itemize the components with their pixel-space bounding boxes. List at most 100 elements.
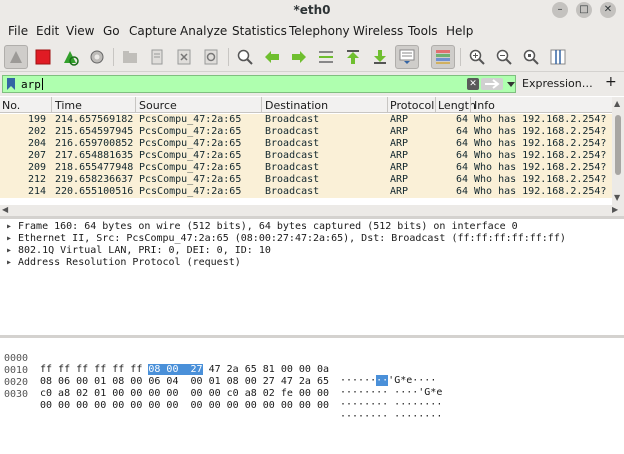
find-packet-button[interactable]	[233, 45, 257, 69]
bytes-row[interactable]: 0020 c0 a8 02 01 00 00 00 00 00 00 c0 a8…	[0, 366, 442, 410]
menu-view[interactable]: View	[66, 24, 94, 38]
cell-time: 218.655477948	[55, 162, 134, 173]
zoom-in-icon	[469, 49, 485, 65]
packet-row[interactable]: 207 217.654881635 PcsCompu_47:2a:65 Broadca…	[0, 150, 612, 162]
menu-wireless[interactable]: Wireless	[353, 24, 403, 38]
column-header-destination[interactable]: Destination	[265, 99, 328, 112]
bookmark-icon[interactable]	[6, 78, 16, 90]
hex-bytes: ff ff ff ff ff ff 08 00 27 47 2a 65 81 0…	[40, 364, 329, 375]
reload-file-button[interactable]	[199, 45, 223, 69]
scroll-right-icon[interactable]: ▶	[612, 205, 618, 214]
cell-protocol: ARP	[390, 126, 409, 137]
cell-time: 215.654597945	[55, 126, 134, 137]
tree-item-frame[interactable]: ▸ Frame 160: 64 bytes on wire (512 bits),…	[6, 221, 518, 233]
menu-help[interactable]: Help	[446, 24, 473, 38]
tree-item-arp[interactable]: ▸ Address Resolution Protocol (request)	[6, 257, 241, 269]
display-filter-input[interactable]: arp ✕	[2, 75, 516, 93]
zoom-out-button[interactable]	[492, 45, 516, 69]
packet-row[interactable]: 204 216.659700852 PcsCompu_47:2a:65 Broadca…	[0, 138, 612, 150]
normal-size-button[interactable]	[519, 45, 543, 69]
menu-go[interactable]: Go	[103, 24, 120, 38]
expand-arrow-icon[interactable]: ▸	[6, 233, 18, 244]
tree-item-vlan[interactable]: ▸ 802.1Q Virtual LAN, PRI: 0, DEI: 0, ID:…	[6, 245, 271, 257]
expression-button[interactable]: Expression…	[522, 77, 593, 90]
go-forward-button[interactable]	[287, 45, 311, 69]
restart-capture-button[interactable]	[58, 45, 82, 69]
packet-row[interactable]: 214 220.655100516 PcsCompu_47:2a:65 Broadca…	[0, 186, 612, 198]
packet-row[interactable]: 209 218.655477948 PcsCompu_47:2a:65 Broadca…	[0, 162, 612, 174]
menu-telephony[interactable]: Telephony	[289, 24, 350, 38]
title-bar: *eth0 – □ ✕	[0, 0, 624, 20]
resize-columns-button[interactable]	[546, 45, 570, 69]
packet-list-header: No. Time Source Destination Protocol Len…	[0, 97, 612, 113]
column-header-info[interactable]: Info	[474, 99, 495, 112]
expand-arrow-icon[interactable]: ▸	[6, 221, 18, 232]
menu-edit[interactable]: Edit	[36, 24, 59, 38]
cell-time: 214.657569182	[55, 114, 134, 125]
save-file-button[interactable]	[145, 45, 169, 69]
first-packet-button[interactable]	[341, 45, 365, 69]
menu-statistics[interactable]: Statistics	[232, 24, 287, 38]
scroll-left-icon[interactable]: ◀	[2, 205, 8, 214]
cell-destination: Broadcast	[265, 162, 320, 173]
go-back-button[interactable]	[260, 45, 284, 69]
cell-source: PcsCompu_47:2a:65	[139, 150, 242, 161]
ascii-bytes: ········ ········	[340, 411, 443, 422]
column-header-no[interactable]: No.	[2, 99, 20, 112]
capture-options-button[interactable]	[85, 45, 109, 69]
go-to-packet-button[interactable]	[314, 45, 338, 69]
expand-arrow-icon[interactable]: ▸	[6, 257, 18, 268]
packet-list-horizontal-scrollbar[interactable]: ◀ ▶	[0, 205, 624, 216]
menu-file[interactable]: File	[8, 24, 28, 38]
cell-protocol: ARP	[390, 114, 409, 125]
cell-destination: Broadcast	[265, 114, 320, 125]
scroll-down-icon[interactable]: ▼	[614, 193, 620, 202]
zoom-in-button[interactable]	[465, 45, 489, 69]
column-header-time[interactable]: Time	[55, 99, 82, 112]
cell-no: 204	[27, 138, 46, 149]
bytes-row[interactable]: 0000 ff ff ff ff ff ff 08 00 27 47 2a 65…	[0, 342, 436, 386]
menu-analyze[interactable]: Analyze	[180, 24, 227, 38]
scroll-thumb[interactable]	[615, 115, 621, 175]
stop-capture-button[interactable]	[31, 45, 55, 69]
cell-info: Who has 192.168.2.254?	[474, 174, 607, 185]
scroll-up-icon[interactable]: ▲	[614, 99, 620, 108]
bytes-row[interactable]: 0010 08 06 00 01 08 00 06 04 00 01 08 00…	[0, 354, 442, 398]
menu-tools[interactable]: Tools	[408, 24, 438, 38]
column-header-source[interactable]: Source	[139, 99, 177, 112]
packet-row[interactable]: 212 219.658236637 PcsCompu_47:2a:65 Broadca…	[0, 174, 612, 186]
packet-list-vertical-scrollbar[interactable]: ▲ ▼	[612, 97, 624, 205]
packet-row[interactable]: 199 214.657569182 PcsCompu_47:2a:65 Broadca…	[0, 114, 612, 126]
window-title: *eth0	[293, 3, 331, 17]
open-file-button[interactable]	[118, 45, 142, 69]
cell-no: 209	[27, 162, 46, 173]
bytes-row[interactable]: 0030 00 00 00 00 00 00 00 00 00 00 00 00…	[0, 378, 442, 422]
cell-destination: Broadcast	[265, 126, 320, 137]
selected-hex-bytes: 08 00 27	[148, 364, 203, 375]
cell-protocol: ARP	[390, 174, 409, 185]
minimize-button[interactable]: –	[552, 2, 568, 18]
colorize-button[interactable]	[431, 45, 455, 69]
tree-item-ethernet[interactable]: ▸ Ethernet II, Src: PcsCompu_47:2a:65 (08…	[6, 233, 566, 245]
arrow-left-icon	[265, 51, 279, 63]
chevron-down-icon[interactable]	[506, 78, 516, 90]
gear-icon	[90, 50, 104, 64]
auto-scroll-button[interactable]	[395, 45, 419, 69]
menu-capture[interactable]: Capture	[129, 24, 177, 38]
add-filter-button[interactable]: +	[605, 74, 617, 90]
cell-destination: Broadcast	[265, 186, 320, 197]
packet-row[interactable]: 202 215.654597945 PcsCompu_47:2a:65 Broadca…	[0, 126, 612, 138]
cell-no: 207	[27, 150, 46, 161]
ascii-bytes: ········'G*e····	[340, 375, 437, 386]
cell-protocol: ARP	[390, 186, 409, 197]
start-capture-button[interactable]	[4, 45, 28, 69]
cell-length: 64	[455, 126, 468, 137]
maximize-button[interactable]: □	[576, 2, 592, 18]
apply-filter-icon[interactable]	[481, 78, 503, 90]
clear-filter-icon[interactable]: ✕	[467, 78, 479, 90]
column-header-protocol[interactable]: Protocol	[390, 99, 434, 112]
last-packet-button[interactable]	[368, 45, 392, 69]
expand-arrow-icon[interactable]: ▸	[6, 245, 18, 256]
close-file-button[interactable]	[172, 45, 196, 69]
close-button[interactable]: ✕	[600, 2, 616, 18]
